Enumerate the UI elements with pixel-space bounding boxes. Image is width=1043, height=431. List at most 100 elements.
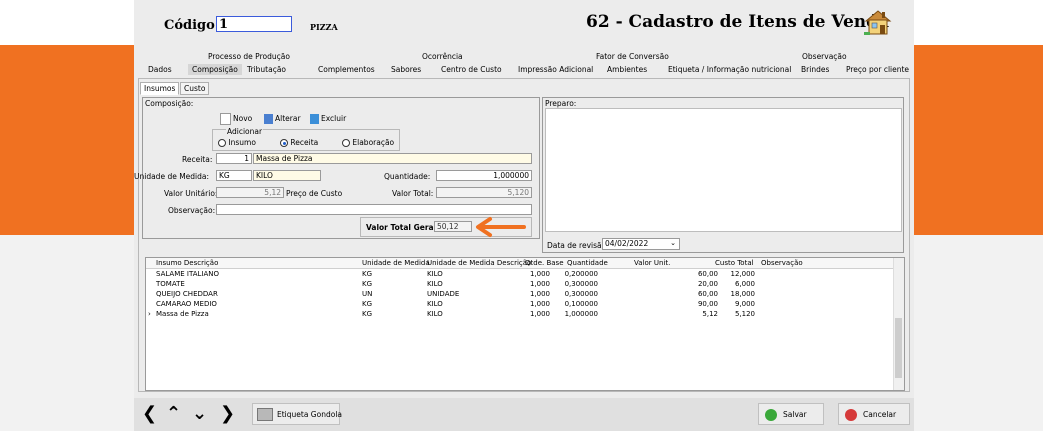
tab-preco-por-cliente[interactable]: Preço por cliente bbox=[846, 65, 909, 74]
orange-banner-right bbox=[914, 45, 1043, 235]
receita-name-input[interactable]: Massa de Pizza bbox=[253, 153, 532, 164]
tab-ambientes[interactable]: Ambientes bbox=[607, 65, 647, 74]
radio-receita[interactable]: Receita bbox=[280, 138, 318, 147]
table-row[interactable]: QUEIJO CHEDDAR UN UNIDADE 1,000 0,300000 60,0… bbox=[146, 289, 896, 299]
col-insumo-descricao[interactable]: Insumo Descrição bbox=[156, 259, 218, 267]
tab-composicao[interactable]: Composição bbox=[188, 64, 242, 75]
product-name: PIZZA bbox=[310, 22, 338, 32]
col-qtde-base[interactable]: Qtde. Base bbox=[525, 259, 564, 267]
tab-complementos[interactable]: Complementos bbox=[318, 65, 375, 74]
table-cell: SALAME ITALIANO bbox=[156, 270, 219, 278]
window-header: Código: 1 PIZZA 62 - Cadastro de Itens d… bbox=[134, 0, 914, 42]
observacao-input[interactable] bbox=[216, 204, 532, 215]
data-revisao-input[interactable]: 04/02/2022 ⌄ bbox=[602, 238, 680, 250]
codigo-input[interactable]: 1 bbox=[216, 16, 292, 32]
table-cell: KG bbox=[362, 300, 373, 308]
excluir-button[interactable]: Excluir bbox=[310, 113, 346, 125]
unidade-name-input[interactable]: KILO bbox=[253, 170, 321, 181]
table-cell: 1,000 bbox=[529, 270, 550, 278]
col-observacao[interactable]: Observação bbox=[761, 259, 803, 267]
table-cell: KG bbox=[362, 310, 373, 318]
table-cell: QUEIJO CHEDDAR bbox=[156, 290, 218, 298]
subtab-insumos[interactable]: Insumos bbox=[140, 82, 180, 95]
subtab-custo[interactable]: Custo bbox=[180, 82, 210, 95]
col-valor-unit[interactable]: Valor Unit. bbox=[634, 259, 670, 267]
tab-brindes[interactable]: Brindes bbox=[801, 65, 829, 74]
tab-dados[interactable]: Dados bbox=[148, 65, 172, 74]
unidade-code-input[interactable]: KG bbox=[216, 170, 252, 181]
table-cell: 9,000 bbox=[734, 300, 755, 308]
alterar-button[interactable]: Alterar bbox=[264, 113, 301, 125]
tab-impressao-adicional[interactable]: Impressão Adicional bbox=[518, 65, 593, 74]
chevron-down-icon[interactable]: ⌄ bbox=[670, 239, 676, 248]
table-cell: 60,00 bbox=[697, 290, 718, 298]
tab-processo-producao[interactable]: Processo de Produção bbox=[208, 52, 290, 61]
grid-scrollbar[interactable] bbox=[893, 258, 904, 390]
tab-ocorrencia[interactable]: Ocorrência bbox=[422, 52, 463, 61]
insumos-grid: Insumo Descrição Unidade de Medida Unida… bbox=[145, 257, 905, 391]
table-cell: KG bbox=[362, 270, 373, 278]
valor-unitario-label: Valor Unitário: bbox=[164, 189, 218, 198]
preparo-textarea[interactable] bbox=[545, 108, 902, 232]
tab-observacao[interactable]: Observação bbox=[802, 52, 847, 61]
row-indicator-icon: › bbox=[148, 310, 151, 318]
preparo-title: Preparo: bbox=[545, 99, 577, 108]
table-cell: Massa de Pizza bbox=[156, 310, 209, 318]
table-cell: 0,300000 bbox=[564, 290, 598, 298]
radio-receita-circle[interactable] bbox=[280, 139, 288, 147]
tab-etiqueta-informacao-nutricional[interactable]: Etiqueta / Informação nutricional bbox=[668, 65, 791, 74]
col-unidade-descricao[interactable]: Unidade de Medida Descrição bbox=[427, 259, 531, 267]
last-record-icon[interactable]: ❯ bbox=[220, 403, 235, 424]
table-cell: 1,000 bbox=[529, 280, 550, 288]
quantidade-input[interactable]: 1,000000 bbox=[436, 170, 532, 181]
table-cell: KILO bbox=[427, 270, 443, 278]
etiqueta-gondola-button[interactable]: Etiqueta Gondola bbox=[252, 403, 342, 425]
table-cell: UN bbox=[362, 290, 373, 298]
app-window: Código: 1 PIZZA 62 - Cadastro de Itens d… bbox=[134, 0, 914, 431]
cancelar-button[interactable]: Cancelar bbox=[838, 403, 910, 425]
table-cell: 1,000 bbox=[529, 310, 550, 318]
grid-scrollbar-thumb[interactable] bbox=[895, 318, 902, 378]
tab-tributacao[interactable]: Tributação bbox=[247, 65, 286, 74]
tab-fator-conversao[interactable]: Fator de Conversão bbox=[596, 52, 669, 61]
radio-elaboracao[interactable]: Elaboração bbox=[342, 138, 394, 147]
cancel-x-icon bbox=[845, 409, 857, 421]
table-cell: CAMARAO MEDIO bbox=[156, 300, 217, 308]
grid-header: Insumo Descrição Unidade de Medida Unida… bbox=[146, 258, 896, 269]
table-row[interactable]: SALAME ITALIANO KG KILO 1,000 0,200000 60,00 1… bbox=[146, 269, 896, 279]
table-row[interactable]: › Massa de Pizza KG KILO 1,000 1,000000 5,12 5,… bbox=[146, 309, 896, 319]
novo-button[interactable]: Novo bbox=[220, 113, 252, 125]
radio-elaboracao-circle[interactable] bbox=[342, 139, 350, 147]
arrow-annotation-icon bbox=[476, 217, 526, 237]
next-record-icon[interactable]: ⌄ bbox=[192, 403, 207, 424]
table-row[interactable]: CAMARAO MEDIO KG KILO 1,000 0,100000 90,00 9,0… bbox=[146, 299, 896, 309]
table-cell: 6,000 bbox=[734, 280, 755, 288]
table-cell: KG bbox=[362, 280, 373, 288]
table-cell: 1,000 bbox=[529, 300, 550, 308]
tab-sabores[interactable]: Sabores bbox=[391, 65, 421, 74]
col-quantidade[interactable]: Quantidade bbox=[567, 259, 608, 267]
radio-insumo[interactable]: Insumo bbox=[218, 138, 256, 147]
radio-insumo-circle[interactable] bbox=[218, 139, 226, 147]
table-cell: KILO bbox=[427, 300, 443, 308]
delete-icon bbox=[310, 114, 319, 124]
adicionar-label: Adicionar bbox=[226, 127, 264, 136]
tab-centro-custo[interactable]: Centro de Custo bbox=[441, 65, 502, 74]
save-check-icon bbox=[765, 409, 777, 421]
receita-label: Receita: bbox=[182, 155, 213, 164]
previous-record-icon[interactable]: ⌃ bbox=[166, 403, 181, 424]
table-cell: 1,000 bbox=[529, 290, 550, 298]
receita-code-input[interactable]: 1 bbox=[216, 153, 252, 164]
house-icon bbox=[864, 10, 892, 35]
col-custo-total[interactable]: Custo Total bbox=[715, 259, 754, 267]
col-unidade-medida[interactable]: Unidade de Medida bbox=[362, 259, 430, 267]
table-cell: 18,000 bbox=[730, 290, 756, 298]
table-row[interactable]: TOMATE KG KILO 1,000 0,300000 20,00 6,000 bbox=[146, 279, 896, 289]
preco-custo-label: Preço de Custo bbox=[286, 189, 343, 198]
table-cell: UNIDADE bbox=[427, 290, 460, 298]
table-cell: KILO bbox=[427, 310, 443, 318]
table-cell: 60,00 bbox=[697, 270, 718, 278]
first-record-icon[interactable]: ❮ bbox=[142, 403, 157, 424]
valor-unitario-input: 5,12 bbox=[216, 187, 284, 198]
salvar-button[interactable]: Salvar bbox=[758, 403, 824, 425]
